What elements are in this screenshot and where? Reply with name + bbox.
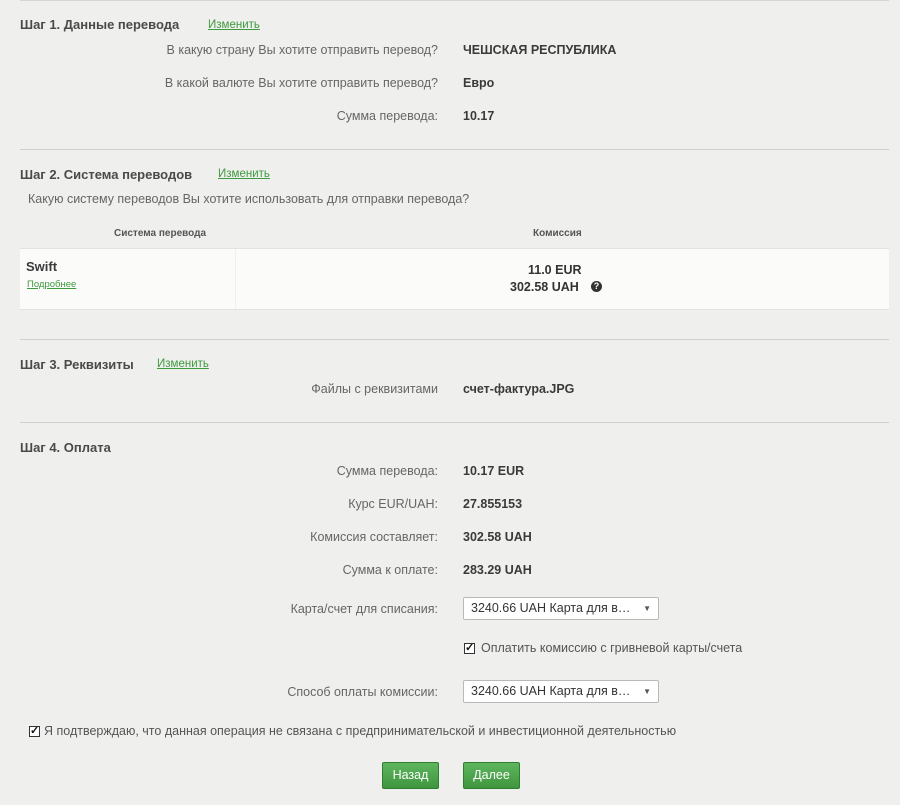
- fee-eur: 11.0 EUR: [528, 263, 582, 277]
- step2-title: Шаг 2. Система переводов: [20, 167, 193, 182]
- system-name: Swift: [26, 259, 58, 274]
- card-select[interactable]: 3240.66 UAH Карта для выплат ▼: [463, 597, 659, 620]
- step3-edit-link[interactable]: Изменить: [157, 358, 209, 370]
- currency-value: Евро: [463, 76, 495, 90]
- confirm-label: Я подтверждаю, что данная операция не св…: [44, 724, 677, 738]
- details-link[interactable]: Подробнее: [27, 279, 76, 290]
- checkmark-icon: ✓: [465, 642, 475, 654]
- fee-method-select-value: 3240.66 UAH Карта для выплат: [471, 684, 639, 698]
- pay-amount-label: Сумма перевода:: [336, 464, 438, 478]
- system-question: Какую систему переводов Вы хотите исполь…: [28, 192, 470, 206]
- country-value: ЧЕШСКАЯ РЕСПУБЛИКА: [463, 43, 617, 57]
- card-select-value: 3240.66 UAH Карта для выплат: [471, 601, 639, 615]
- files-value[interactable]: счет-фактура.JPG: [463, 382, 574, 396]
- transfer-form: Шаг 1. Данные перевода Изменить В какую …: [0, 0, 900, 805]
- total-label: Сумма к оплате:: [342, 563, 438, 577]
- pay-fee-checkbox[interactable]: ✓: [464, 642, 475, 654]
- rate-label: Курс EUR/UAH:: [348, 497, 438, 511]
- next-button[interactable]: Далее: [463, 762, 520, 789]
- divider: [20, 339, 889, 340]
- fee-value: 302.58 UAH: [463, 530, 532, 544]
- question-mark-icon[interactable]: ?: [591, 281, 602, 292]
- pay-amount-value: 10.17 EUR: [463, 464, 525, 478]
- step1-edit-link[interactable]: Изменить: [208, 19, 260, 31]
- fee-method-label: Способ оплаты комиссии:: [287, 685, 438, 699]
- step2-edit-link[interactable]: Изменить: [218, 168, 270, 180]
- amount-value: 10.17: [463, 109, 495, 123]
- country-label: В какую страну Вы хотите отправить перев…: [166, 43, 438, 57]
- fee-method-select[interactable]: 3240.66 UAH Карта для выплат ▼: [463, 680, 659, 703]
- divider: [20, 149, 889, 150]
- step1-title: Шаг 1. Данные перевода: [20, 17, 180, 32]
- step4-title: Шаг 4. Оплата: [20, 440, 111, 455]
- amount-label: Сумма перевода:: [336, 109, 438, 123]
- system-column-header: Система перевода: [114, 228, 207, 239]
- pay-fee-label: Оплатить комиссию с гривневой карты/счет…: [481, 641, 743, 655]
- top-divider: [20, 0, 889, 1]
- table-row[interactable]: Swift Подробнее 11.0 EUR 302.58 UAH ?: [20, 248, 889, 310]
- step3-title: Шаг 3. Реквизиты: [20, 357, 134, 372]
- fee-column-header: Комиссия: [533, 228, 582, 239]
- files-label: Файлы с реквизитами: [311, 382, 438, 396]
- confirm-checkbox[interactable]: ✓: [29, 725, 40, 737]
- divider: [20, 422, 889, 423]
- dropdown-arrow-icon: ▼: [643, 687, 651, 696]
- checkmark-icon: ✓: [30, 725, 40, 737]
- total-value: 283.29 UAH: [463, 563, 532, 577]
- cell-divider: [235, 249, 236, 309]
- card-select-label: Карта/счет для списания:: [290, 602, 438, 616]
- currency-label: В какой валюте Вы хотите отправить перев…: [164, 76, 438, 90]
- back-button[interactable]: Назад: [382, 762, 439, 789]
- fee-label: Комиссия составляет:: [310, 530, 438, 544]
- dropdown-arrow-icon: ▼: [643, 604, 651, 613]
- rate-value: 27.855153: [463, 497, 523, 511]
- fee-uah: 302.58 UAH: [510, 280, 579, 294]
